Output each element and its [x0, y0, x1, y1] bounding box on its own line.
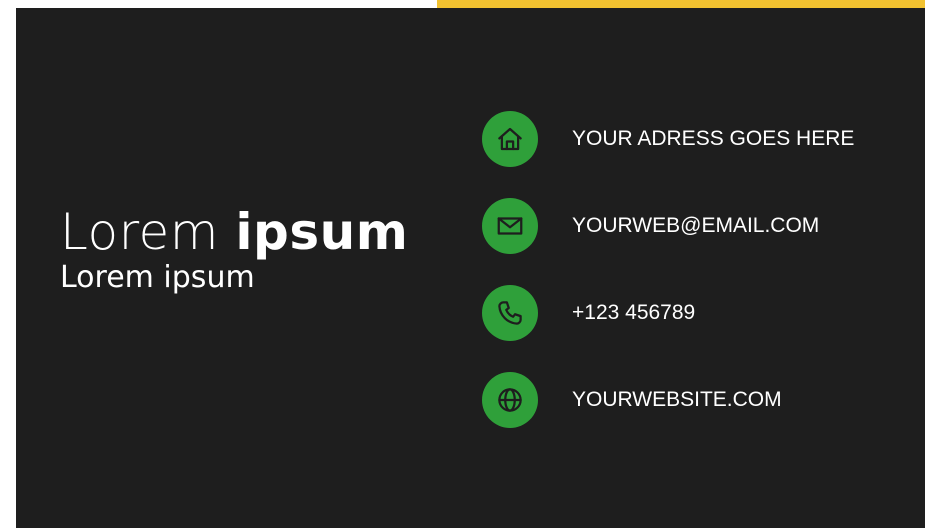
- name-last: ipsum: [235, 203, 409, 261]
- email-link[interactable]: YOURWEB@EMAIL.COM: [572, 214, 819, 238]
- contact-row-email: YOURWEB@EMAIL.COM: [482, 198, 819, 254]
- subtitle: Lorem ipsum: [60, 260, 255, 295]
- address-text: YOUR ADRESS GOES HERE: [572, 127, 855, 150]
- home-icon: [482, 111, 538, 167]
- website-link[interactable]: YOURWEBSITE.COM: [572, 388, 782, 412]
- business-card-page: Lorem ipsum Lorem ipsum YOUR ADRESS GOES…: [0, 0, 925, 528]
- phone-icon: [482, 285, 538, 341]
- contact-row-address: YOUR ADRESS GOES HERE: [482, 111, 854, 167]
- accent-bar: [437, 0, 925, 8]
- phone-number[interactable]: +123 456789: [572, 301, 695, 325]
- globe-icon: [482, 372, 538, 428]
- mail-icon: [482, 198, 538, 254]
- contact-row-website: YOURWEBSITE.COM: [482, 372, 782, 428]
- name-title: Lorem ipsum: [60, 202, 408, 262]
- name-first: Lorem: [60, 203, 219, 261]
- contact-row-phone: +123 456789: [482, 285, 695, 341]
- name-block: Lorem ipsum Lorem ipsum: [60, 202, 408, 296]
